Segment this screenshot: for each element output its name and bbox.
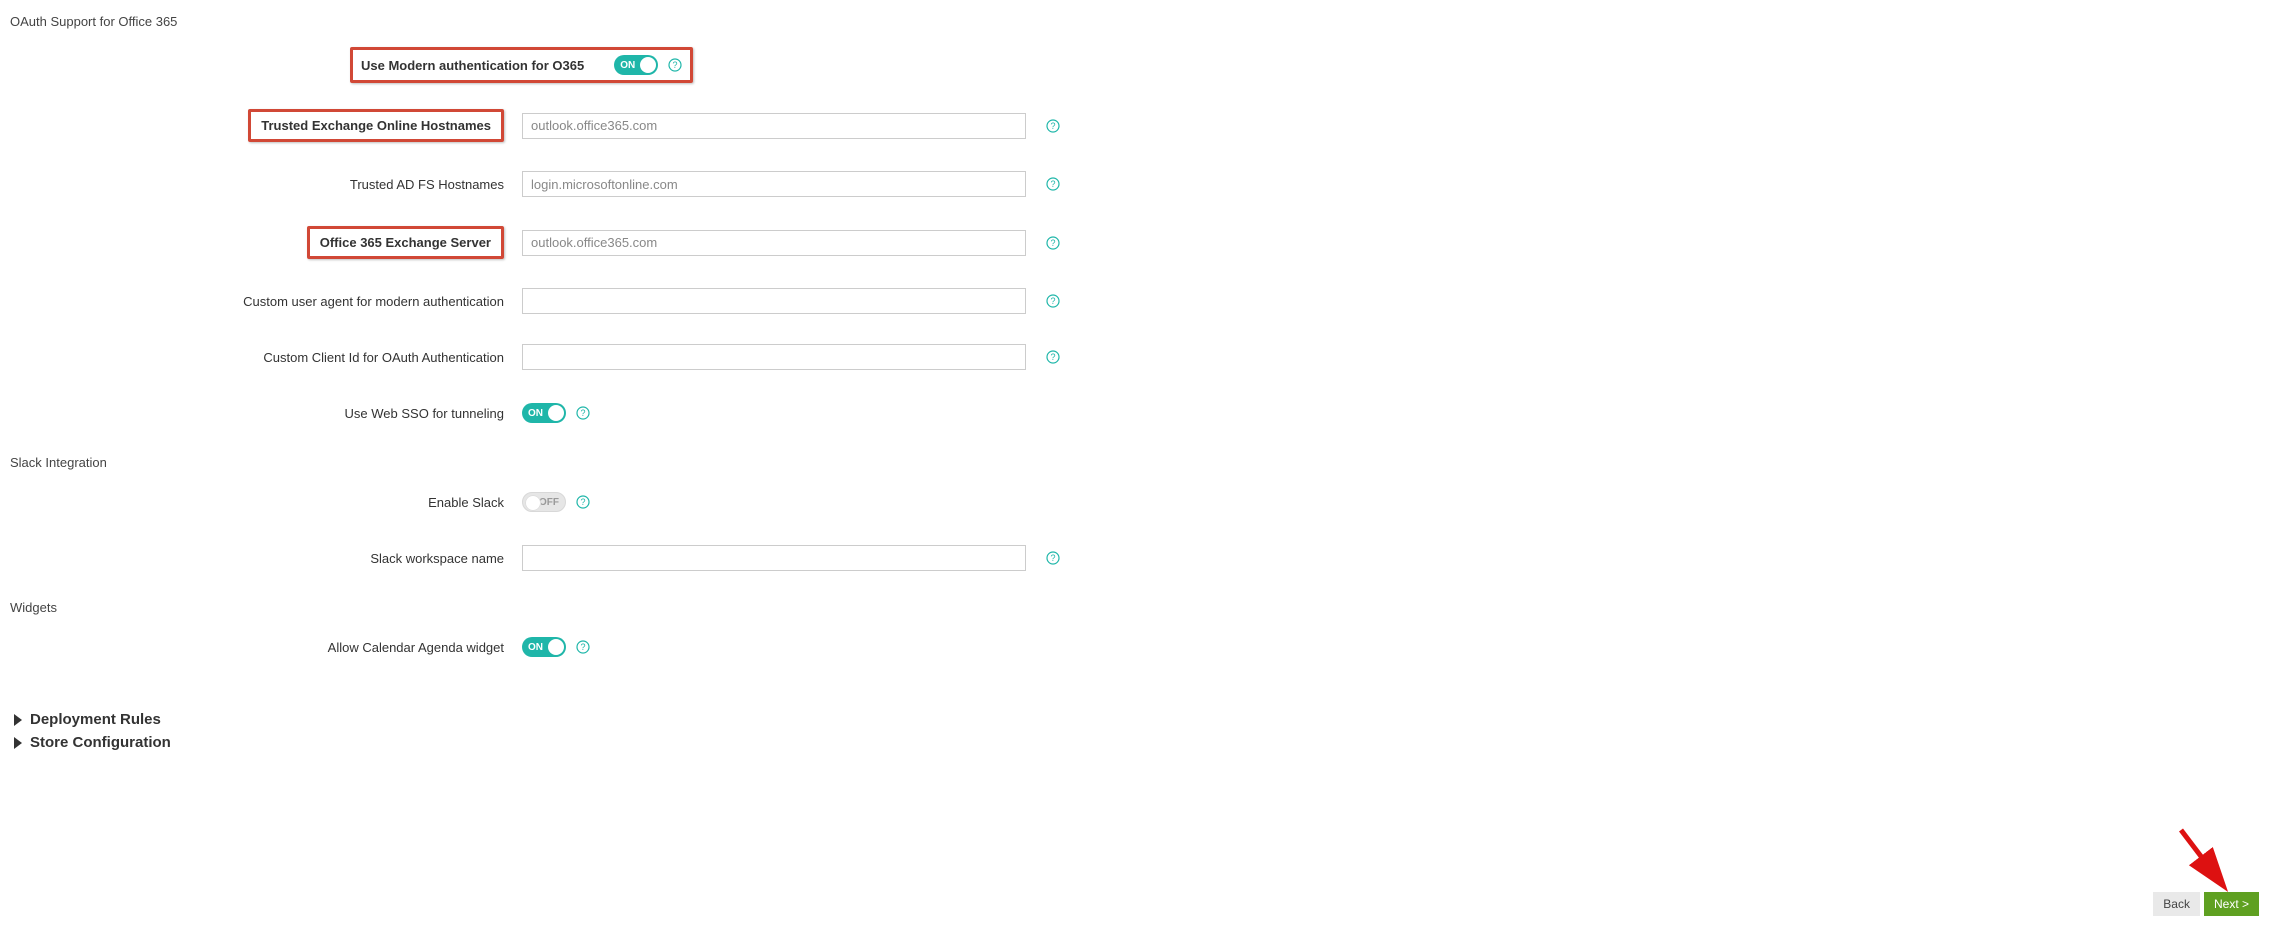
section-oauth-header: OAuth Support for Office 365 xyxy=(10,14,2271,29)
section-slack-header: Slack Integration xyxy=(10,455,2271,470)
web-sso-toggle[interactable]: ON xyxy=(522,403,566,423)
next-button[interactable]: Next > xyxy=(2204,892,2259,916)
svg-text:?: ? xyxy=(1050,179,1055,189)
help-icon[interactable]: ? xyxy=(668,58,682,72)
web-sso-label: Use Web SSO for tunneling xyxy=(10,406,522,421)
highlight-modern-auth: Use Modern authentication for O365 ON ? xyxy=(350,47,693,83)
slack-workspace-input[interactable] xyxy=(522,545,1026,571)
svg-text:?: ? xyxy=(1050,296,1055,306)
help-icon[interactable]: ? xyxy=(576,640,590,654)
trusted-adfs-label: Trusted AD FS Hostnames xyxy=(10,177,522,192)
enable-slack-toggle-state: OFF xyxy=(539,497,559,508)
chevron-right-icon xyxy=(14,737,22,749)
help-icon[interactable]: ? xyxy=(1046,294,1060,308)
back-button[interactable]: Back xyxy=(2153,892,2200,916)
enable-slack-label: Enable Slack xyxy=(10,495,522,510)
modern-auth-toggle-state: ON xyxy=(620,60,635,71)
accordion-deployment-rules[interactable]: Deployment Rules xyxy=(14,711,2271,728)
enable-slack-toggle[interactable]: OFF xyxy=(522,492,566,512)
help-icon[interactable]: ? xyxy=(576,495,590,509)
svg-text:?: ? xyxy=(580,408,585,418)
calendar-widget-toggle-state: ON xyxy=(528,642,543,653)
svg-text:?: ? xyxy=(1050,121,1055,131)
modern-auth-label: Use Modern authentication for O365 xyxy=(361,58,602,73)
custom-user-agent-label: Custom user agent for modern authenticat… xyxy=(10,294,522,309)
svg-text:?: ? xyxy=(1050,238,1055,248)
section-widgets-header: Widgets xyxy=(10,600,2271,615)
highlight-trusted-exchange-label: Trusted Exchange Online Hostnames xyxy=(248,109,504,142)
svg-text:?: ? xyxy=(1050,553,1055,563)
highlight-o365-exchange-label: Office 365 Exchange Server xyxy=(307,226,504,259)
o365-exchange-server-input[interactable] xyxy=(522,230,1026,256)
calendar-widget-label: Allow Calendar Agenda widget xyxy=(10,640,522,655)
trusted-adfs-input[interactable] xyxy=(522,171,1026,197)
help-icon[interactable]: ? xyxy=(1046,177,1060,191)
custom-client-id-input[interactable] xyxy=(522,344,1026,370)
chevron-right-icon xyxy=(14,714,22,726)
custom-client-id-label: Custom Client Id for OAuth Authenticatio… xyxy=(10,350,522,365)
help-icon[interactable]: ? xyxy=(1046,236,1060,250)
trusted-exchange-label: Trusted Exchange Online Hostnames xyxy=(261,118,491,133)
slack-workspace-label: Slack workspace name xyxy=(10,551,522,566)
web-sso-toggle-state: ON xyxy=(528,408,543,419)
modern-auth-toggle[interactable]: ON xyxy=(614,55,658,75)
svg-text:?: ? xyxy=(580,642,585,652)
help-icon[interactable]: ? xyxy=(1046,350,1060,364)
custom-user-agent-input[interactable] xyxy=(522,288,1026,314)
svg-text:?: ? xyxy=(1050,352,1055,362)
calendar-widget-toggle[interactable]: ON xyxy=(522,637,566,657)
help-icon[interactable]: ? xyxy=(576,406,590,420)
annotation-arrow-icon xyxy=(2171,822,2231,892)
trusted-exchange-input[interactable] xyxy=(522,113,1026,139)
svg-text:?: ? xyxy=(580,497,585,507)
store-configuration-label: Store Configuration xyxy=(30,734,171,751)
help-icon[interactable]: ? xyxy=(1046,551,1060,565)
accordion-store-configuration[interactable]: Store Configuration xyxy=(14,734,2271,751)
help-icon[interactable]: ? xyxy=(1046,119,1060,133)
o365-exchange-server-label: Office 365 Exchange Server xyxy=(320,235,491,250)
deployment-rules-label: Deployment Rules xyxy=(30,711,161,728)
svg-text:?: ? xyxy=(673,60,678,70)
